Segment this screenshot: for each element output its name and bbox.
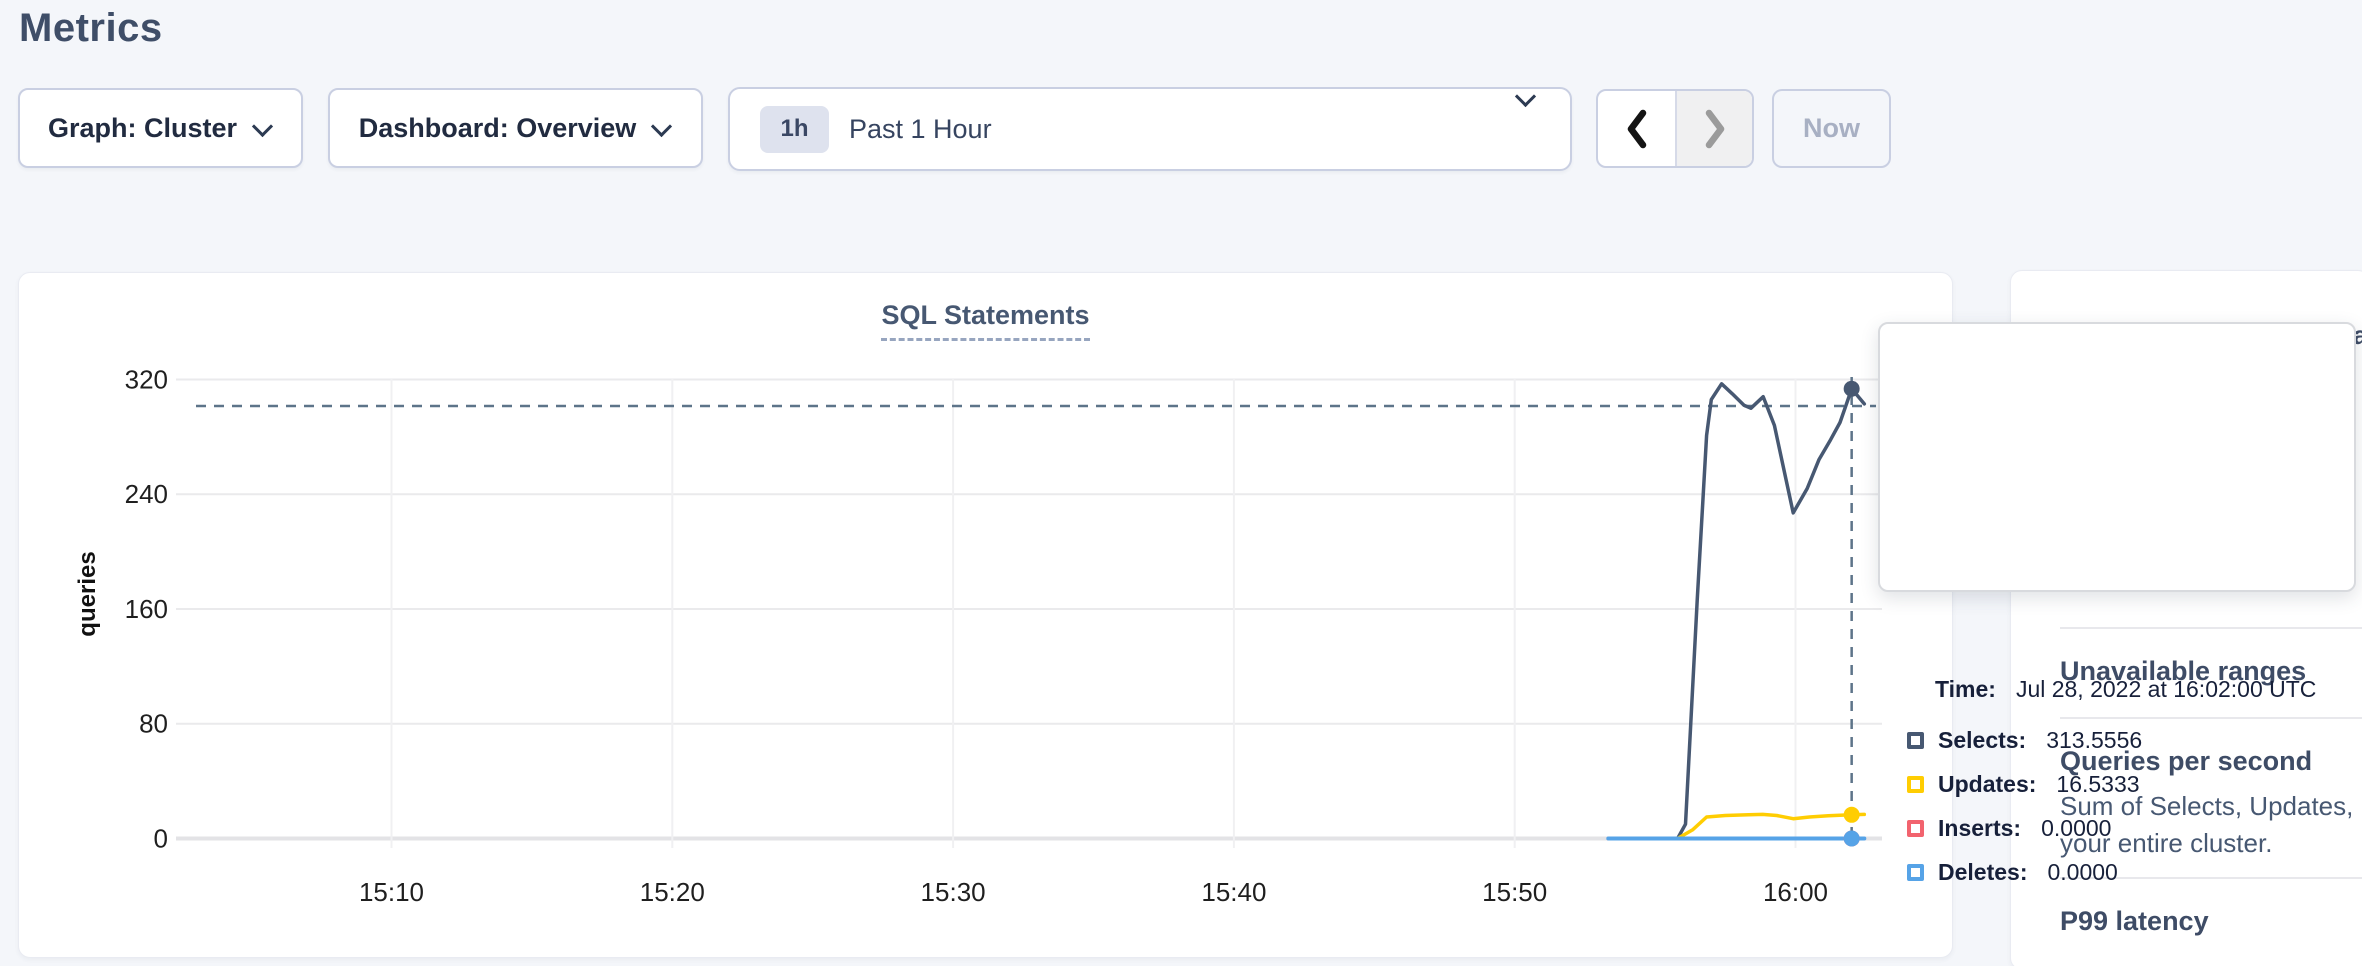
divider bbox=[2060, 627, 2362, 629]
chevron-right-icon bbox=[1702, 107, 1728, 151]
time-range-selector[interactable]: 1h Past 1 Hour bbox=[728, 87, 1572, 171]
chart-title-wrap: SQL Statements bbox=[18, 300, 1953, 341]
sidebar-heading-p99-latency: P99 latency bbox=[2060, 906, 2209, 937]
tooltip-selects-row: Selects: 313.5556 bbox=[1907, 727, 2142, 754]
tooltip-deletes-label: Deletes: bbox=[1938, 859, 2027, 886]
inserts-series-swatch-icon bbox=[1907, 820, 1924, 837]
page-title: Metrics bbox=[19, 6, 163, 51]
tooltip-time-row: Time: Jul 28, 2022 at 16:02:00 UTC bbox=[1935, 676, 2316, 703]
chart-hover-tooltip: Time: Jul 28, 2022 at 16:02:00 UTC Selec… bbox=[1878, 322, 2356, 592]
tooltip-updates-label: Updates: bbox=[1938, 771, 2036, 798]
dashboard-dropdown-label: Dashboard: Overview bbox=[359, 113, 637, 144]
tooltip-selects-label: Selects: bbox=[1938, 727, 2026, 754]
graph-dropdown-label: Graph: Cluster bbox=[48, 113, 237, 144]
tooltip-time-label: Time: bbox=[1935, 676, 1996, 703]
tooltip-selects-value: 313.5556 bbox=[2046, 727, 2142, 754]
tooltip-updates-row: Updates: 16.5333 bbox=[1907, 771, 2140, 798]
tooltip-updates-value: 16.5333 bbox=[2056, 771, 2139, 798]
chart-title[interactable]: SQL Statements bbox=[881, 300, 1089, 341]
y-axis-label: queries bbox=[74, 551, 102, 636]
next-timeframe-button[interactable] bbox=[1675, 91, 1752, 166]
chevron-down-icon bbox=[255, 115, 273, 133]
divider bbox=[2060, 717, 2362, 719]
graph-dropdown[interactable]: Graph: Cluster bbox=[18, 88, 303, 168]
dashboard-dropdown[interactable]: Dashboard: Overview bbox=[328, 88, 703, 168]
selects-series-swatch-icon bbox=[1907, 732, 1924, 749]
now-button[interactable]: Now bbox=[1772, 89, 1891, 168]
tooltip-inserts-row: Inserts: 0.0000 bbox=[1907, 815, 2111, 842]
tooltip-deletes-value: 0.0000 bbox=[2047, 859, 2117, 886]
chevron-down-icon bbox=[654, 115, 672, 133]
deletes-series-swatch-icon bbox=[1907, 864, 1924, 881]
previous-timeframe-button[interactable] bbox=[1598, 91, 1675, 166]
chevron-down-icon bbox=[1518, 85, 1536, 103]
tooltip-inserts-label: Inserts: bbox=[1938, 815, 2021, 842]
time-nav-group bbox=[1596, 89, 1754, 168]
time-range-label: Past 1 Hour bbox=[849, 114, 992, 145]
tooltip-time-value: Jul 28, 2022 at 16:02:00 UTC bbox=[2016, 676, 2316, 703]
chart-plot-area[interactable] bbox=[176, 379, 1882, 848]
time-range-badge: 1h bbox=[760, 106, 829, 153]
tooltip-inserts-value: 0.0000 bbox=[2041, 815, 2111, 842]
chevron-left-icon bbox=[1624, 107, 1650, 151]
updates-series-swatch-icon bbox=[1907, 776, 1924, 793]
tooltip-deletes-row: Deletes: 0.0000 bbox=[1907, 859, 2118, 886]
